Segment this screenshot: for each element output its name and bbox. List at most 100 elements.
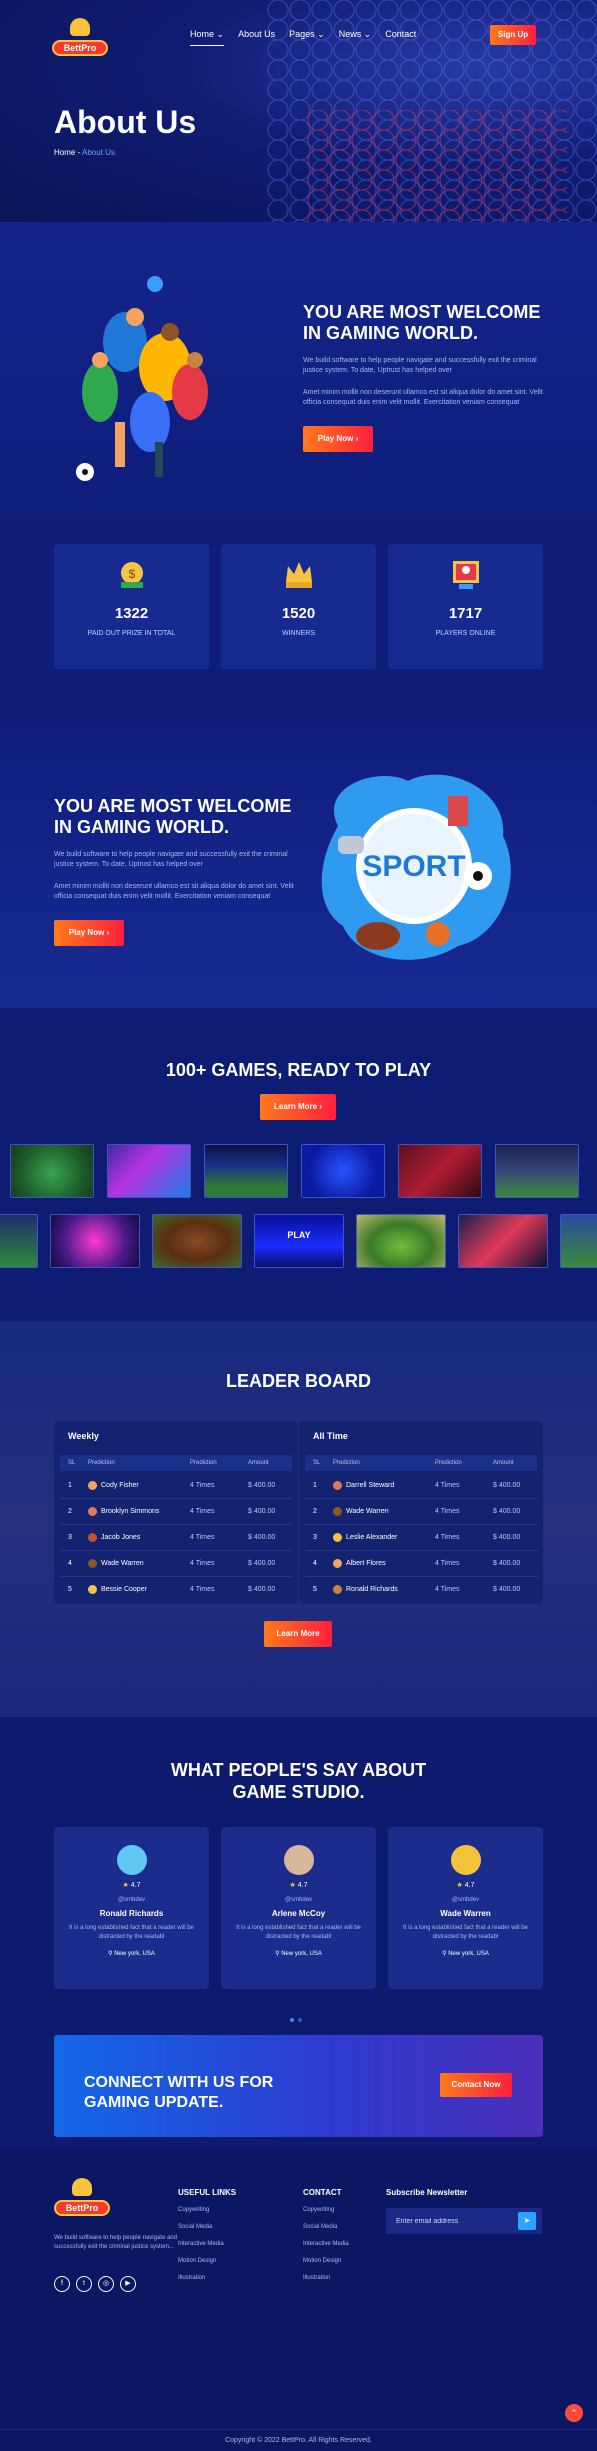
page: BettPro Home ⌄ About Us Pages ⌄ News ⌄ C… — [0, 0, 597, 2451]
welcome-content-1: YOU ARE MOST WELCOME IN GAMING WORLD. We… — [303, 302, 543, 452]
chevron-down-icon: ⌄ — [216, 29, 225, 39]
footer-link[interactable]: Illustration — [178, 2275, 236, 2281]
facebook-icon[interactable]: f — [54, 2276, 70, 2292]
footer-useful-links: USEFUL LINKS Copywriting Social Media In… — [178, 2188, 237, 2281]
testimonial-name: Arlene McCoy — [271, 1909, 326, 1918]
leaderboard-section: LEADER BOARD Weekly SL Prediction Predic… — [0, 1321, 597, 1717]
footer-link[interactable]: Social Media — [178, 2224, 236, 2230]
athletes-illustration — [76, 276, 208, 481]
play-now-button-1[interactable]: Play Now › — [303, 426, 373, 452]
chevron-right-icon: › — [319, 1102, 323, 1111]
welcome-section-2: YOU ARE MOST WELCOME IN GAMING WORLD. We… — [0, 724, 597, 1008]
game-thumb-gaming-room[interactable] — [398, 1144, 482, 1198]
chevron-down-icon: ⌄ — [363, 29, 372, 39]
welcome-title-1: YOU ARE MOST WELCOME IN GAMING WORLD. — [303, 302, 541, 343]
footer-logo[interactable]: BettPro — [54, 2178, 110, 2216]
footer-link[interactable]: Motion Design — [303, 2258, 349, 2264]
stat-card-prize: $ 1322 PAID OUT PRIZE IN TOTAL — [54, 544, 209, 669]
winner-crown-icon — [285, 562, 312, 588]
stat-value-prize: 1322 — [114, 605, 149, 622]
nav-about[interactable]: About Us — [238, 29, 275, 46]
leaderboard-weekly: Weekly SL Prediction Prediction Amount 1… — [54, 1421, 298, 1604]
footer-link[interactable]: Interactive Media — [303, 2241, 349, 2247]
game-thumb-football[interactable] — [152, 1214, 242, 1268]
chevron-right-icon: › — [106, 928, 110, 937]
play-now-button-2[interactable]: Play Now › — [54, 920, 124, 946]
table-row: 4 Wade Warren 4 Times $ 400.00 — [60, 1551, 292, 1577]
youtube-icon[interactable]: ▶ — [120, 2276, 136, 2292]
game-thumb-stadium-day[interactable] — [356, 1214, 446, 1268]
scroll-to-top-button[interactable]: ⌃ — [565, 2404, 583, 2422]
connect-title: CONNECT WITH US FOR GAMING UPDATE. — [84, 2074, 274, 2111]
learn-more-button-games[interactable]: Learn More › — [260, 1094, 336, 1120]
game-thumb-stadium-night[interactable] — [204, 1144, 288, 1198]
location-pin-icon: ⚲ — [442, 1951, 447, 1957]
star-icon: ★ — [122, 1882, 129, 1889]
avatar — [88, 1584, 97, 1594]
game-thumb-stadium[interactable] — [495, 1144, 579, 1198]
newsletter-email-input[interactable] — [396, 2214, 506, 2228]
footer-link[interactable]: Motion Design — [178, 2258, 236, 2264]
leaderboard-header: SL Prediction Prediction Amount — [305, 1455, 537, 1471]
instagram-icon[interactable]: ◎ — [98, 2276, 114, 2292]
game-thumb-play-screen[interactable]: PLAY — [254, 1214, 344, 1268]
learn-more-button-leaderboard[interactable]: Learn More — [264, 1621, 332, 1647]
game-thumb-field-edge[interactable] — [0, 1214, 38, 1268]
footer-link[interactable]: Interactive Media — [178, 2241, 236, 2247]
avatar — [333, 1558, 342, 1568]
nav-news[interactable]: News ⌄ — [339, 29, 372, 46]
game-thumb-neon-arena[interactable] — [107, 1144, 191, 1198]
testimonial-card: ★ 4.7 @smbdev Ronald Richards It is a lo… — [54, 1827, 209, 1989]
leaderboard-alltime-title: All Time — [313, 1431, 348, 1441]
table-row: 2 Brooklyn Simmons 4 Times $ 400.00 — [60, 1499, 292, 1525]
page-title: About Us — [54, 104, 197, 140]
twitter-icon[interactable]: t — [76, 2276, 92, 2292]
breadcrumb-current: About Us — [82, 148, 115, 157]
send-icon[interactable]: ➤ — [518, 2212, 536, 2230]
table-row: 4 Albert Flores 4 Times $ 400.00 — [305, 1551, 537, 1577]
games-section: 100+ GAMES, READY TO PLAY Learn More › P… — [0, 1008, 597, 1321]
avatar — [333, 1506, 342, 1516]
nav-contact[interactable]: Contact — [385, 29, 416, 46]
star-icon: ★ — [456, 1882, 463, 1889]
leaderboard-alltime: All Time SL Prediction Prediction Amount… — [299, 1421, 543, 1604]
svg-text:$: $ — [128, 567, 135, 581]
trophy-icon — [72, 2178, 92, 2196]
hero-section: BettPro Home ⌄ About Us Pages ⌄ News ⌄ C… — [0, 0, 597, 222]
signup-button[interactable]: Sign Up — [490, 25, 536, 45]
connect-section: CONNECT WITH US FOR GAMING UPDATE. Contac… — [0, 2025, 597, 2150]
game-thumb-right-edge[interactable] — [560, 1214, 597, 1268]
newsletter: Subscribe Newsletter ➤ — [386, 2188, 542, 2234]
nav-pages[interactable]: Pages ⌄ — [289, 29, 325, 46]
testimonial-text: It is a long established fact that a rea… — [69, 1925, 194, 1940]
game-thumb-pink-controller[interactable] — [50, 1214, 140, 1268]
carousel-dot[interactable] — [298, 2018, 302, 2022]
play-screen-label: PLAY — [287, 1230, 311, 1240]
chevron-up-icon: ⌃ — [570, 2408, 578, 2418]
footer-link[interactable]: Social Media — [303, 2224, 349, 2230]
welcome-text-2a: We build software to help people navigat… — [54, 851, 288, 868]
welcome-section-1: YOU ARE MOST WELCOME IN GAMING WORLD. We… — [0, 222, 597, 534]
testimonial-name: Ronald Richards — [99, 1909, 164, 1918]
breadcrumb-home[interactable]: Home — [54, 148, 75, 157]
contact-now-button[interactable]: Contact Now — [440, 2073, 512, 2097]
logo[interactable]: BettPro — [52, 18, 108, 56]
table-row: 5 Ronald Richards 4 Times $ 400.00 — [313, 1584, 521, 1594]
table-row: 3 Leslie Alexander 4 Times $ 400.00 — [305, 1525, 537, 1551]
carousel-dot[interactable] — [290, 2018, 294, 2022]
game-thumb-soccer[interactable] — [10, 1144, 94, 1198]
stats-section: $ 1322 PAID OUT PRIZE IN TOTAL 1520 WINN… — [0, 534, 597, 724]
chevron-right-icon: › — [355, 434, 359, 443]
testimonial-card: ★ 4.7 @smbdev Wade Warren It is a long e… — [388, 1827, 543, 1989]
testimonial-text: It is a long established fact that a rea… — [403, 1925, 528, 1940]
welcome-title-2: YOU ARE MOST WELCOME IN GAMING WORLD. — [54, 796, 292, 837]
nav-home[interactable]: Home ⌄ — [190, 29, 225, 46]
leaderboard-header: SL Prediction Prediction Amount — [60, 1455, 292, 1471]
footer-link[interactable]: Copywriting — [303, 2207, 349, 2213]
game-thumb-dark-game[interactable] — [458, 1214, 548, 1268]
testimonial-name: Wade Warren — [440, 1909, 491, 1918]
footer-link[interactable]: Illustration — [303, 2275, 349, 2281]
footer-link[interactable]: Copywriting — [178, 2207, 236, 2213]
game-thumb-controller[interactable] — [301, 1144, 385, 1198]
leaderboard-title: LEADER BOARD — [225, 1371, 371, 1391]
